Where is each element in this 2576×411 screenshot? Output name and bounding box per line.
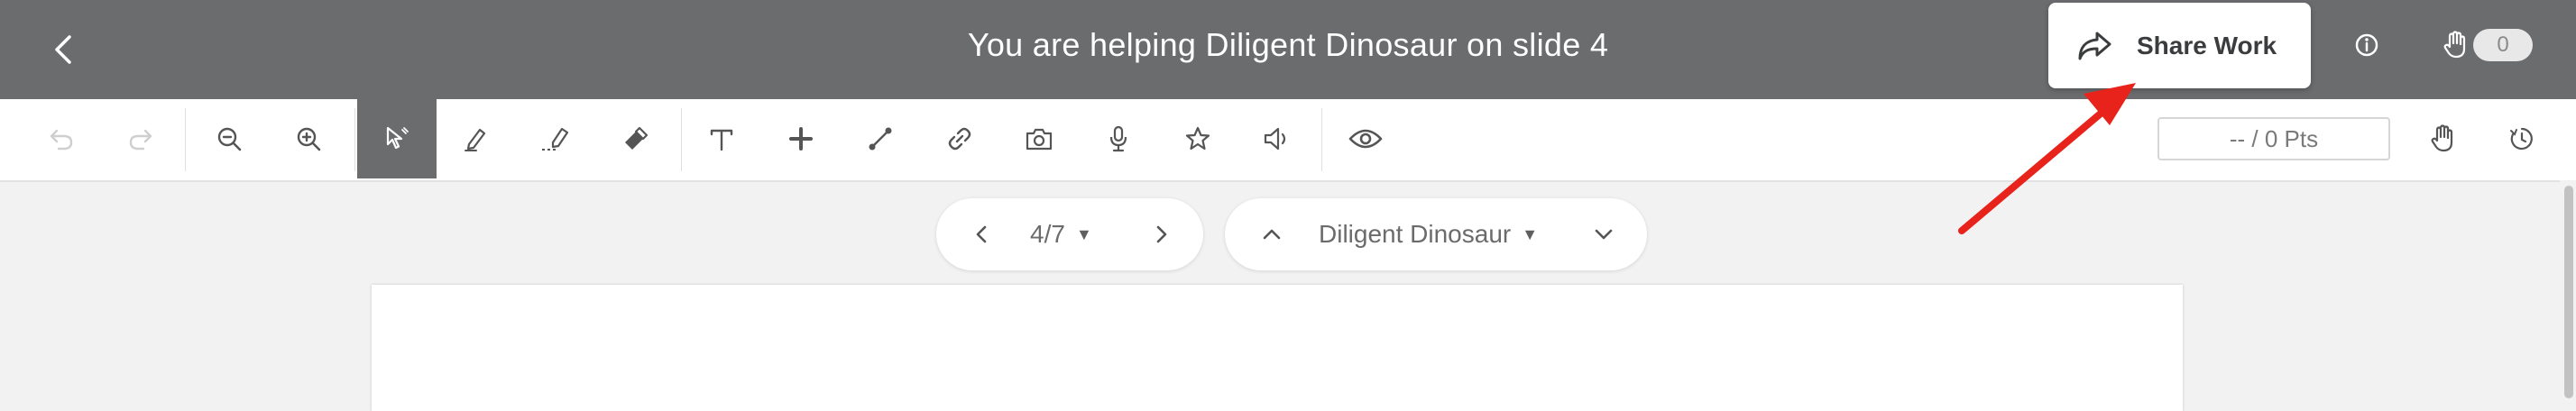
hand-raise-count: 0 (2473, 29, 2533, 61)
star-icon (1185, 126, 1210, 151)
next-student-button[interactable] (1584, 215, 1624, 254)
undo-icon (50, 129, 73, 151)
top-header: You are helping Diligent Dinosaur on sli… (0, 0, 2576, 99)
info-icon (2355, 33, 2378, 57)
undo-button[interactable] (22, 99, 101, 178)
slide-navigator: 4/7 ▼ (936, 198, 1203, 270)
share-work-button[interactable]: Share Work (2048, 3, 2311, 88)
link-icon (948, 127, 971, 151)
camera-icon (1026, 128, 1053, 151)
caret-down-icon: ▼ (1522, 224, 1539, 243)
timer-icon (2510, 127, 2533, 151)
preview-button[interactable] (1326, 99, 1405, 178)
toolbar-divider (185, 108, 186, 171)
toolbar-divider (354, 108, 355, 171)
microphone-icon (1109, 125, 1127, 152)
chevron-down-icon (1595, 229, 1613, 240)
points-field[interactable]: -- / 0 Pts (2157, 117, 2390, 160)
hand-icon (2443, 31, 2466, 59)
timer-button[interactable] (2482, 99, 2562, 178)
next-slide-button[interactable] (1142, 215, 1182, 254)
back-button[interactable] (45, 25, 81, 74)
zoom-out-button[interactable] (189, 99, 269, 178)
eye-icon (1348, 129, 1383, 149)
eraser-icon (625, 126, 649, 150)
slide-canvas[interactable] (372, 285, 2183, 411)
zoom-in-button[interactable] (269, 99, 348, 178)
chevron-left-icon (55, 35, 71, 64)
chevron-right-icon (1156, 225, 1167, 243)
zoom-out-icon (217, 127, 242, 151)
chevron-up-icon (1263, 229, 1281, 240)
student-name: Diligent Dinosaur (1319, 220, 1512, 248)
text-tool-button[interactable] (682, 99, 761, 178)
add-shape-button[interactable] (761, 99, 841, 178)
toolbar-divider (1321, 108, 1322, 171)
sticker-tool-button[interactable] (1158, 99, 1237, 178)
share-work-label: Share Work (2137, 31, 2277, 59)
highlighter-icon (542, 127, 569, 151)
info-button[interactable] (2349, 27, 2385, 63)
line-icon (869, 127, 892, 151)
select-tool-button[interactable] (357, 99, 437, 178)
slide-counter: 4/7 (1030, 220, 1065, 248)
share-icon (2075, 26, 2115, 66)
pen-tool-button[interactable] (437, 99, 516, 178)
raise-hand-button[interactable] (2435, 25, 2475, 65)
student-selector[interactable]: Diligent Dinosaur ▼ (1319, 198, 1538, 270)
highlighter-tool-button[interactable] (516, 99, 595, 178)
microphone-tool-button[interactable] (1079, 99, 1158, 178)
redo-button[interactable] (101, 99, 180, 178)
audio-tool-button[interactable] (1237, 99, 1317, 178)
chevron-left-icon (976, 225, 987, 243)
slide-selector[interactable]: 4/7 ▼ (1030, 198, 1092, 270)
text-icon (710, 129, 733, 151)
previous-slide-button[interactable] (961, 215, 1001, 254)
camera-tool-button[interactable] (999, 99, 1079, 178)
speaker-icon (1264, 127, 1286, 151)
redo-icon (129, 129, 152, 151)
hand-icon (2431, 124, 2453, 152)
zoom-in-icon (297, 127, 321, 151)
raise-hand-tool-button[interactable] (2403, 99, 2482, 178)
select-pointer-icon (386, 126, 409, 150)
line-tool-button[interactable] (841, 99, 920, 178)
drawing-toolbar: -- / 0 Pts (0, 99, 2576, 182)
scrollbar-thumb[interactable] (2564, 186, 2573, 398)
student-navigator: Diligent Dinosaur ▼ (1225, 198, 1647, 270)
link-tool-button[interactable] (920, 99, 999, 178)
caret-down-icon: ▼ (1075, 224, 1092, 243)
previous-student-button[interactable] (1252, 215, 1292, 254)
pen-icon (465, 128, 486, 151)
plus-icon (789, 127, 813, 151)
eraser-tool-button[interactable] (595, 99, 675, 178)
